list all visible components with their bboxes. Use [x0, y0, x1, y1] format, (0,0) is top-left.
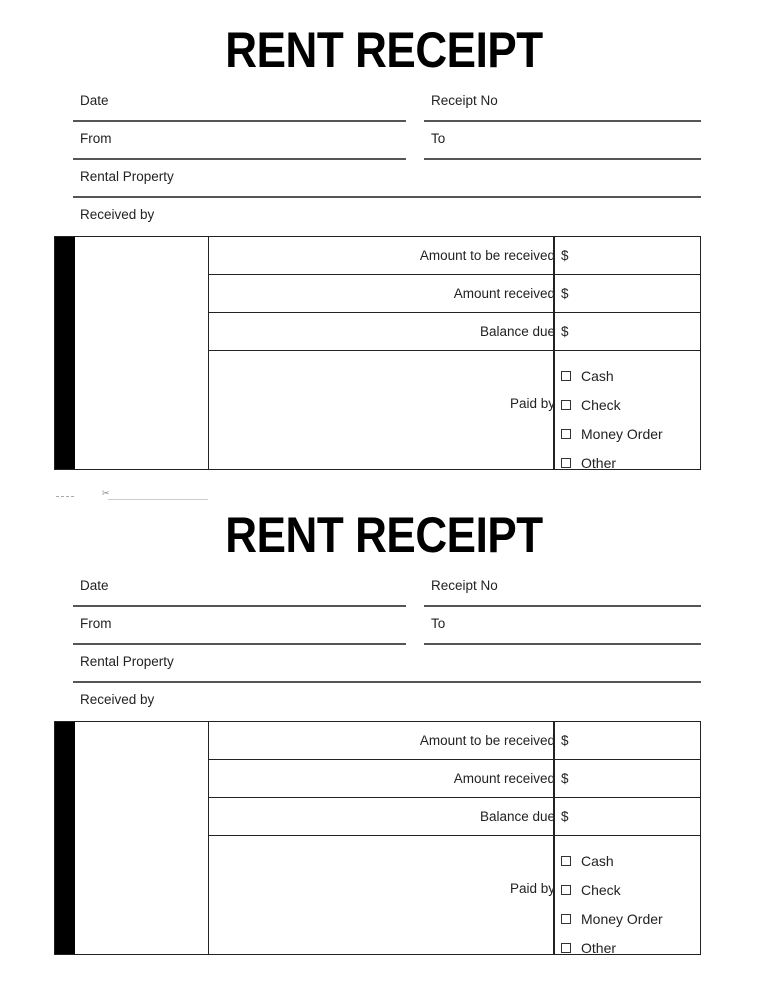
option-check[interactable]: Check	[561, 875, 663, 904]
payment-table: Amount to be received $ Amount received …	[54, 236, 701, 471]
balance-due-input[interactable]: $	[561, 809, 569, 824]
date-field[interactable]: Date	[73, 569, 406, 607]
date-label: Date	[80, 93, 109, 108]
signature-box[interactable]	[75, 237, 209, 469]
table-row: Amount to be received $	[209, 237, 700, 275]
checkbox-icon[interactable]	[561, 399, 571, 410]
option-label: Other	[581, 454, 617, 471]
amount-received-input[interactable]: $	[561, 771, 569, 786]
rental-property-field[interactable]: Rental Property	[73, 160, 701, 198]
balance-due-label: Balance due	[479, 324, 555, 339]
option-money-order[interactable]: Money Order	[561, 904, 663, 933]
to-label: To	[431, 616, 446, 631]
option-other[interactable]: Other	[561, 933, 663, 962]
received-by-field[interactable]: Received by	[73, 683, 701, 713]
checkbox-icon[interactable]	[561, 370, 571, 381]
amount-received-label: Amount received	[453, 771, 555, 786]
paid-by-row: Paid by Cash Check Money Order Other	[209, 351, 700, 471]
receipt-title: RENT RECEIPT	[225, 22, 543, 78]
table-row: Amount to be received $	[209, 722, 700, 760]
option-label: Other	[581, 939, 617, 956]
rent-receipt-1: RENT RECEIPT Date Receipt No From To Ren…	[0, 0, 768, 485]
payment-table: Amount to be received $ Amount received …	[54, 721, 701, 956]
amount-to-be-received-input[interactable]: $	[561, 248, 569, 263]
checkbox-icon[interactable]	[561, 457, 571, 468]
rental-property-label: Rental Property	[80, 654, 174, 669]
option-label: Money Order	[581, 910, 663, 927]
paid-by-row: Paid by Cash Check Money Order Other	[209, 836, 700, 956]
receipt-no-label: Receipt No	[431, 93, 498, 108]
receipt-no-field[interactable]: Receipt No	[424, 84, 701, 122]
receipt-no-field[interactable]: Receipt No	[424, 569, 701, 607]
checkbox-icon[interactable]	[561, 913, 571, 924]
rent-receipt-2: RENT RECEIPT Date Receipt No From To Ren…	[0, 485, 768, 970]
table-row: Balance due $	[209, 313, 700, 351]
date-label: Date	[80, 578, 109, 593]
black-bar	[55, 237, 75, 469]
checkbox-icon[interactable]	[561, 884, 571, 895]
paid-by-label: Paid by	[509, 881, 555, 896]
checkbox-icon[interactable]	[561, 942, 571, 953]
receipt-title: RENT RECEIPT	[225, 507, 543, 563]
paid-by-options: Cash Check Money Order Other	[561, 361, 663, 477]
table-row: Balance due $	[209, 798, 700, 836]
option-label: Cash	[581, 367, 614, 384]
table-row: Amount received $	[209, 275, 700, 313]
option-label: Money Order	[581, 425, 663, 442]
to-field[interactable]: To	[424, 607, 701, 645]
received-by-field[interactable]: Received by	[73, 198, 701, 228]
amount-received-input[interactable]: $	[561, 286, 569, 301]
from-field[interactable]: From	[73, 122, 406, 160]
amount-to-be-received-label: Amount to be received	[419, 733, 555, 748]
option-cash[interactable]: Cash	[561, 361, 663, 390]
to-label: To	[431, 131, 446, 146]
from-label: From	[80, 131, 112, 146]
received-by-label: Received by	[80, 207, 155, 222]
amount-to-be-received-label: Amount to be received	[419, 248, 555, 263]
amount-to-be-received-input[interactable]: $	[561, 733, 569, 748]
from-field[interactable]: From	[73, 607, 406, 645]
from-label: From	[80, 616, 112, 631]
signature-box[interactable]	[75, 722, 209, 954]
rental-property-field[interactable]: Rental Property	[73, 645, 701, 683]
balance-due-input[interactable]: $	[561, 324, 569, 339]
option-money-order[interactable]: Money Order	[561, 419, 663, 448]
balance-due-label: Balance due	[479, 809, 555, 824]
option-label: Check	[581, 881, 621, 898]
receipt-no-label: Receipt No	[431, 578, 498, 593]
option-check[interactable]: Check	[561, 390, 663, 419]
option-label: Check	[581, 396, 621, 413]
received-by-label: Received by	[80, 692, 155, 707]
table-row: Amount received $	[209, 760, 700, 798]
paid-by-label: Paid by	[509, 396, 555, 411]
rental-property-label: Rental Property	[80, 169, 174, 184]
date-field[interactable]: Date	[73, 84, 406, 122]
black-bar	[55, 722, 75, 954]
checkbox-icon[interactable]	[561, 855, 571, 866]
option-cash[interactable]: Cash	[561, 846, 663, 875]
option-other[interactable]: Other	[561, 448, 663, 477]
amount-received-label: Amount received	[453, 286, 555, 301]
option-label: Cash	[581, 852, 614, 869]
to-field[interactable]: To	[424, 122, 701, 160]
paid-by-options: Cash Check Money Order Other	[561, 846, 663, 962]
checkbox-icon[interactable]	[561, 428, 571, 439]
